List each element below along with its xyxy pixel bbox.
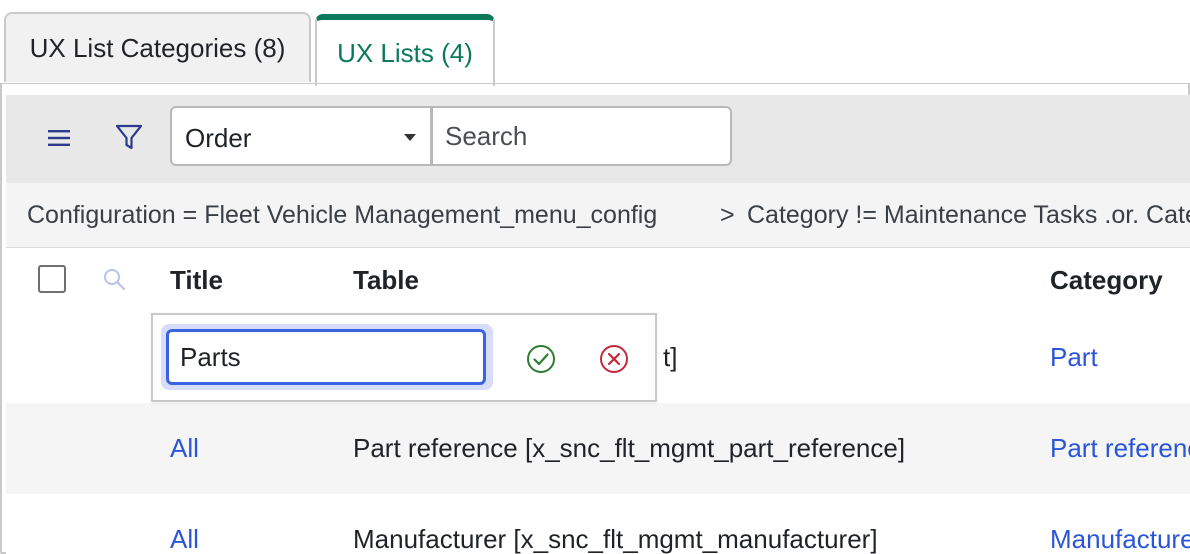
select-all-checkbox[interactable]: [38, 265, 66, 293]
breadcrumb-condition-category[interactable]: Category != Maintenance Tasks .or. Categ…: [747, 201, 1190, 230]
order-select-value: Order: [185, 123, 252, 153]
title-edit-input[interactable]: [166, 329, 486, 385]
tab-label: UX Lists (4): [337, 37, 473, 68]
funnel-icon[interactable]: [114, 122, 144, 152]
cell-category[interactable]: Manufacturer: [1050, 524, 1190, 554]
column-header-category[interactable]: Category: [1050, 265, 1163, 296]
cell-table: t]: [663, 342, 678, 372]
order-select[interactable]: Order: [170, 106, 432, 166]
cell-table: Manufacturer [x_snc_flt_mgmt_manufacture…: [353, 524, 878, 554]
tab-label: UX List Categories (8): [29, 32, 286, 63]
cell-category[interactable]: Part: [1050, 342, 1098, 373]
inline-cell-editor: [151, 313, 657, 402]
table-row: All Manufacturer [x_snc_flt_mgmt_manufac…: [6, 494, 1190, 554]
x-circle-icon[interactable]: [598, 343, 630, 375]
cell-title[interactable]: All: [170, 524, 199, 554]
cell-table: Part reference [x_snc_flt_mgmt_part_refe…: [353, 433, 906, 463]
tab-ux-list-categories[interactable]: UX List Categories (8): [4, 12, 311, 82]
search-input[interactable]: [432, 106, 732, 166]
column-header-table[interactable]: Table: [353, 265, 419, 296]
tab-bar: UX List Categories (8) UX Lists (4): [0, 0, 1190, 86]
column-header-title[interactable]: Title: [170, 265, 223, 296]
filter-breadcrumb: Configuration = Fleet Vehicle Management…: [6, 183, 1190, 248]
editor-focus-ring: [161, 324, 493, 390]
table-header: Title Table Category: [6, 248, 1190, 313]
cell-category[interactable]: Part reference: [1050, 433, 1190, 464]
list-toolbar: Order: [6, 95, 1190, 183]
hamburger-icon[interactable]: [46, 125, 72, 151]
check-circle-icon[interactable]: [525, 343, 557, 375]
chevron-down-icon: [404, 134, 416, 141]
table-row: All Part reference [x_snc_flt_mgmt_part_…: [6, 403, 1190, 494]
breadcrumb-separator: >: [720, 201, 735, 229]
breadcrumb-condition-configuration[interactable]: Configuration = Fleet Vehicle Management…: [27, 201, 657, 230]
tab-ux-lists[interactable]: UX Lists (4): [315, 14, 495, 86]
magnifier-icon[interactable]: [102, 267, 126, 291]
cell-title[interactable]: All: [170, 433, 199, 464]
tab-divider: [0, 83, 1190, 84]
